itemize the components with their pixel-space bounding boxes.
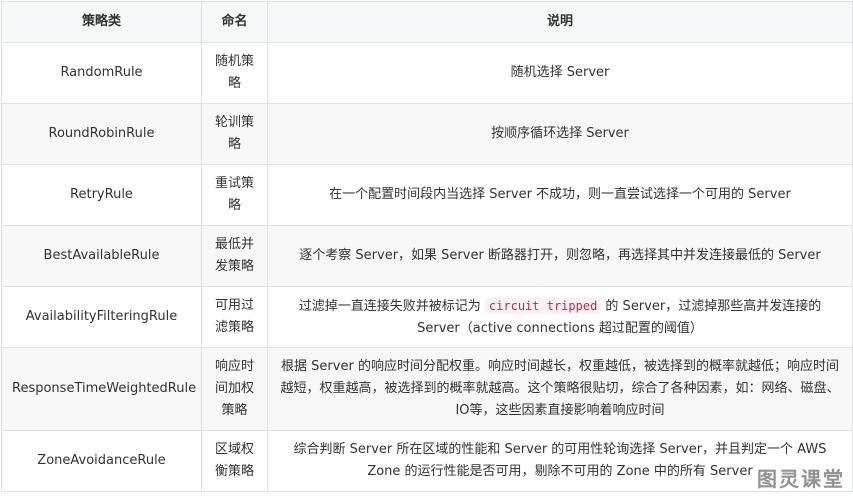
strategy-name-cell: 重试策略 [201,164,268,226]
strategy-name-cell: 可用过滤策略 [201,286,268,348]
table-row: ResponseTimeWeightedRule 响应时间加权策略 根据 Ser… [1,347,853,431]
header-strategy-class: 策略类 [1,1,202,43]
table-row: RandomRule 随机策略 随机选择 Server [1,42,853,104]
strategy-name-cell: 轮训策略 [201,103,268,165]
strategy-class-cell: ZoneAvoidanceRule [1,430,202,492]
strategy-description-cell: 根据 Server 的响应时间分配权重。响应时间越长，权重越低，被选择到的概率就… [267,347,853,431]
watermark-logo: 图灵课堂 [757,467,845,491]
strategy-description-cell: 逐个考察 Server，如果 Server 断路器打开，则忽略，再选择其中并发连… [267,225,853,287]
table-row: RetryRule 重试策略 在一个配置时间段内当选择 Server 不成功，则… [1,164,853,226]
strategy-class-cell: AvailabilityFilteringRule [1,286,202,348]
strategy-table: 策略类 命名 说明 RandomRule 随机策略 随机选择 Server Ro… [1,1,853,492]
strategy-description-cell: 随机选择 Server [267,42,853,104]
strategy-class-cell: RandomRule [1,42,202,104]
strategy-description-cell: 在一个配置时间段内当选择 Server 不成功，则一直尝试选择一个可用的 Ser… [267,164,853,226]
inline-code: circuit tripped [484,297,602,314]
strategy-description-cell: 过滤掉一直连接失败并被标记为 circuit tripped 的 Server，… [267,286,853,348]
strategy-class-cell: RoundRobinRule [1,103,202,165]
table-header-row: 策略类 命名 说明 [1,1,853,43]
description-text: 过滤掉一直连接失败并被标记为 [298,298,485,314]
strategy-name-cell: 响应时间加权策略 [201,347,268,431]
header-name: 命名 [201,1,268,43]
table-row: AvailabilityFilteringRule 可用过滤策略 过滤掉一直连接… [1,286,853,348]
table-row: ZoneAvoidanceRule 区域权衡策略 综合判断 Server 所在区… [1,430,853,492]
strategy-class-cell: BestAvailableRule [1,225,202,287]
strategy-description-cell: 按顺序循环选择 Server [267,103,853,165]
strategy-name-cell: 区域权衡策略 [201,430,268,492]
strategy-class-cell: RetryRule [1,164,202,226]
strategy-name-cell: 最低并发策略 [201,225,268,287]
header-description: 说明 [267,1,853,43]
strategy-name-cell: 随机策略 [201,42,268,104]
table-row: RoundRobinRule 轮训策略 按顺序循环选择 Server [1,103,853,165]
table-row: BestAvailableRule 最低并发策略 逐个考察 Server，如果 … [1,225,853,287]
strategy-class-cell: ResponseTimeWeightedRule [1,347,202,431]
